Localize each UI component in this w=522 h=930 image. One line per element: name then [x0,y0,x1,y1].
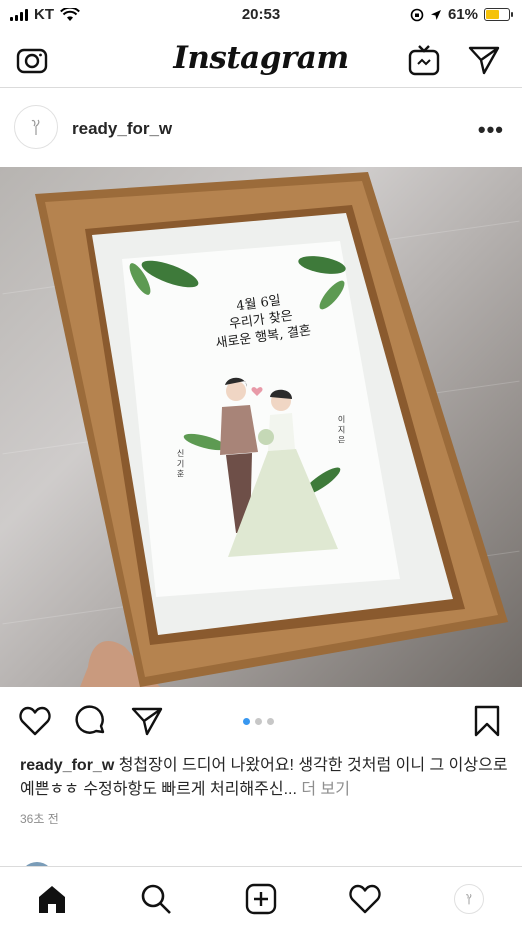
caption-username[interactable]: ready_for_w [20,757,114,774]
brand-logo-icon [31,119,40,135]
direct-message-icon[interactable] [466,42,502,78]
framed-invitation [35,172,508,687]
post-timestamp: 36초 전 [20,812,59,826]
groom-name: 신 기 훈 [176,449,185,478]
post-author-avatar[interactable] [14,105,58,149]
carousel-dot-3 [267,718,274,725]
carousel-dot-2 [255,718,262,725]
save-bookmark-icon[interactable] [470,704,504,738]
post-username[interactable]: ready_for_w [72,119,172,139]
app-header: Instagram [0,30,522,88]
like-heart-icon[interactable] [18,704,52,738]
more-options-icon[interactable]: ••• [478,117,504,143]
igtv-icon[interactable] [406,42,442,78]
post-header: ready_for_w ••• [0,89,522,167]
new-post-icon[interactable] [243,881,279,917]
bride-name: 이 지 은 [337,415,346,444]
rotation-lock-icon [410,8,424,21]
home-icon[interactable] [34,881,70,917]
comment-bubble-icon[interactable] [74,704,108,738]
instagram-logo: Instagram [173,40,349,76]
search-icon[interactable] [138,881,174,917]
caption-more-link[interactable]: 더 보기 [297,781,350,798]
profile-avatar[interactable] [451,881,487,917]
carousel-indicator [243,718,274,725]
share-paper-plane-icon[interactable] [130,704,164,738]
carousel-dot-1 [243,718,250,725]
status-bar: KT 20:53 61% [0,0,522,30]
post-photo[interactable]: 4월 6일 우리가 찾은 새로운 행복, 결혼 신 기 훈 이 지 은 [0,167,522,687]
bottom-nav [0,866,522,930]
activity-heart-icon[interactable] [347,881,383,917]
location-icon [430,9,441,20]
brand-logo-icon [466,894,472,905]
battery-fill [486,10,500,19]
post-caption: ready_for_w 청첩장이 드디어 나왔어요! 생각한 것처럼 이니 그 … [20,754,510,802]
battery-percent: 61% [447,6,478,23]
post-actions [0,688,522,750]
battery-icon [484,8,513,21]
